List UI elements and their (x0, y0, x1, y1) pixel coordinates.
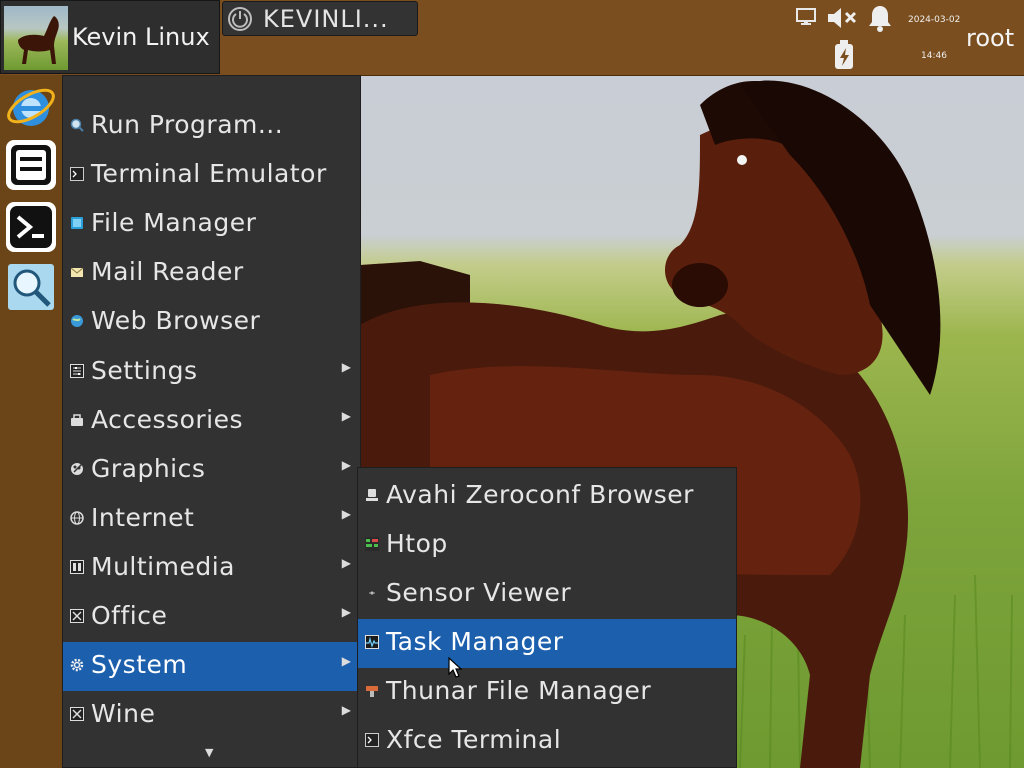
menu-item-label: Run Program... (91, 110, 284, 139)
submenu-item-label: Htop (386, 529, 448, 558)
menu-item-label: Terminal Emulator (91, 159, 327, 188)
applications-menu-button[interactable]: Kevin Linux (0, 0, 220, 74)
menu-item-label: Wine (91, 699, 156, 728)
submenu-item-sensor-viewer[interactable]: Sensor Viewer (358, 570, 736, 619)
system-submenu: Avahi Zeroconf Browser Htop Sensor Viewe… (357, 467, 737, 768)
notification-bell-icon[interactable] (867, 4, 893, 32)
menu-item-label: File Manager (91, 208, 257, 237)
menu-item-accessories[interactable]: Accessories ▶ (63, 397, 360, 446)
menu-item-run-program[interactable]: Run Program... (63, 102, 360, 151)
task-manager-icon (365, 635, 379, 649)
menu-item-terminal-emulator[interactable]: Terminal Emulator (63, 151, 360, 200)
menu-item-label: Office (91, 601, 168, 630)
run-program-icon (70, 118, 84, 132)
globe-icon (71, 315, 83, 327)
battery-charging-icon[interactable] (832, 39, 856, 71)
menu-item-wine[interactable]: Wine ▶ (63, 691, 360, 740)
submenu-arrow-icon: ▶ (341, 458, 351, 472)
submenu-item-task-manager[interactable]: Task Manager (358, 619, 736, 668)
applications-menu: Run Program... Terminal Emulator File Ma… (62, 75, 361, 768)
menu-item-label: Accessories (91, 405, 244, 434)
submenu-arrow-icon: ▶ (341, 507, 351, 521)
xfce-terminal-icon (365, 733, 379, 747)
submenu-item-label: Thunar File Manager (386, 676, 652, 705)
sensor-icon (369, 591, 375, 595)
menu-item-internet[interactable]: Internet ▶ (63, 495, 360, 544)
submenu-arrow-icon: ▶ (341, 360, 351, 374)
menu-item-label: System (91, 650, 188, 679)
taskbar-window-button[interactable]: KEVINLI... (222, 1, 418, 36)
submenu-arrow-icon: ▶ (341, 556, 351, 570)
submenu-item-xfce-terminal[interactable]: Xfce Terminal (358, 717, 736, 766)
submenu-arrow-icon: ▶ (341, 654, 351, 668)
launcher-dock (0, 75, 62, 768)
submenu-item-thunar-file-manager[interactable]: Thunar File Manager (358, 668, 736, 717)
menu-item-mail-reader[interactable]: Mail Reader (63, 249, 360, 298)
folder-icon (71, 217, 83, 229)
submenu-arrow-icon: ▶ (341, 605, 351, 619)
panel-clock[interactable]: 14:46 (921, 51, 947, 61)
submenu-arrow-icon: ▶ (341, 409, 351, 423)
gear-icon (70, 658, 84, 672)
internet-icon (70, 511, 84, 525)
user-name-label[interactable]: root (966, 24, 1014, 52)
submenu-item-label: Xfce Terminal (386, 725, 562, 754)
submenu-item-avahi-zeroconf-browser[interactable]: Avahi Zeroconf Browser (358, 472, 736, 521)
menu-item-label: Mail Reader (91, 257, 244, 286)
menu-item-graphics[interactable]: Graphics ▶ (63, 446, 360, 495)
panel-date[interactable]: 2024-03-02 (908, 15, 960, 25)
submenu-item-label: Sensor Viewer (386, 578, 572, 607)
volume-muted-icon[interactable] (826, 5, 858, 31)
internet-explorer-icon[interactable] (5, 80, 57, 132)
settings-icon (70, 364, 84, 378)
submenu-item-label: Task Manager (386, 627, 564, 656)
network-icon[interactable] (795, 7, 817, 29)
menu-item-label: Multimedia (91, 552, 235, 581)
menu-item-label: Settings (91, 356, 198, 385)
menu-scroll-down-icon[interactable]: ▼ (205, 746, 213, 759)
menu-item-web-browser[interactable]: Web Browser (63, 298, 360, 347)
menu-item-label: Internet (91, 503, 195, 532)
multimedia-icon (70, 560, 84, 574)
app-name-label: Kevin Linux (72, 23, 210, 51)
menu-item-office[interactable]: Office ▶ (63, 593, 360, 642)
htop-icon (365, 537, 379, 551)
terminal-icon[interactable] (5, 201, 57, 253)
mail-icon (70, 267, 84, 277)
menu-item-label: Graphics (91, 454, 206, 483)
menu-item-system[interactable]: System ▶ (63, 642, 360, 691)
terminal-icon (70, 167, 84, 181)
menu-item-multimedia[interactable]: Multimedia ▶ (63, 544, 360, 593)
menu-item-settings[interactable]: Settings ▶ (63, 348, 360, 397)
taskbar-window-title: KEVINLI... (263, 5, 389, 33)
horse-logo-icon (4, 6, 68, 70)
wine-icon (70, 707, 84, 721)
window-app-icon (228, 7, 252, 31)
menu-item-label: Web Browser (91, 306, 261, 335)
office-icon (70, 609, 84, 623)
search-app-icon[interactable] (5, 261, 57, 313)
submenu-item-htop[interactable]: Htop (358, 521, 736, 570)
thunar-icon (366, 686, 378, 697)
mouse-pointer-icon (448, 657, 463, 678)
accessories-icon (71, 414, 83, 426)
graphics-icon (71, 463, 83, 475)
submenu-item-label: Avahi Zeroconf Browser (386, 480, 694, 509)
menu-item-file-manager[interactable]: File Manager (63, 200, 360, 249)
top-panel: Kevin Linux KEVINLI... 2024-03-02 14:46 … (0, 0, 1024, 76)
submenu-arrow-icon: ▶ (341, 703, 351, 717)
avahi-icon (366, 489, 378, 501)
file-manager-icon[interactable] (5, 139, 57, 191)
